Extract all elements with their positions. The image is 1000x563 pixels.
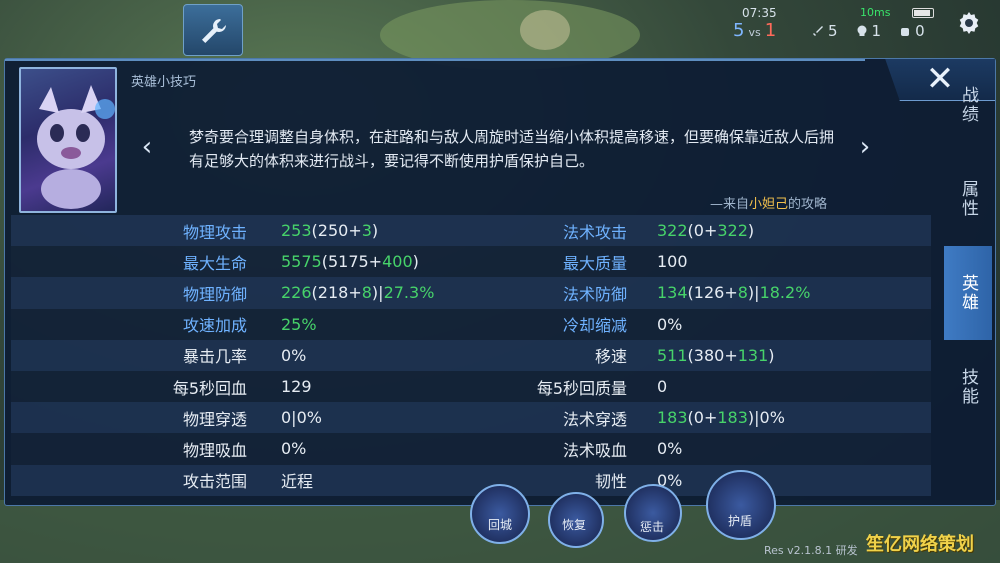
kills-stat: 5 [812,22,838,40]
side-tab-0[interactable]: 战绩 [944,58,992,152]
stat-label: 物理防御 [182,284,247,304]
stat-row: 物理防御 226(218+8)|27.3% 法术防御 134(126+8)|18.2% [11,277,931,309]
side-tab-1[interactable]: 属性 [944,152,992,246]
stat-value: 0 [657,377,668,397]
watermark: 笙亿网络策划 [866,534,974,555]
stat-value: 0% [281,345,307,365]
match-time: 07:35 [742,6,777,20]
stat-label: 法术防御 [562,284,627,304]
stat-value: 511(380+131) [657,345,775,365]
stat-row: 攻速加成 25% 冷却缩减 0% [11,309,931,340]
stat-value: 253(250+3) [281,221,379,241]
stat-label: 最大生命 [182,253,247,273]
gear-icon[interactable] [954,8,984,38]
deaths-stat: 1 [856,22,881,40]
top-hud: 07:35 5 vs 1 5 1 0 10ms [0,0,1000,56]
stat-value: 100 [657,252,688,272]
stat-label: 物理穿透 [182,409,247,429]
stat-label: 冷却缩减 [562,316,627,336]
wrench-icon [202,19,226,43]
hero-info-panel: ✕ 英雄小技巧 ‹ 梦奇要合理调整自身体积，在赶路和与敌人周旋时适当缩小体积提高… [4,58,996,506]
stat-value: 0% [657,314,683,334]
stat-label: 物理吸血 [182,440,247,460]
side-tab-3[interactable]: 技能 [944,340,992,434]
stat-row: 暴击几率 0% 移速 511(380+131) [11,339,931,371]
tip-author[interactable]: 小妲己 [749,197,788,212]
punish-label: 惩击 [640,520,665,534]
stat-row: 物理攻击 253(250+3) 法术攻击 322(0+322) [11,215,931,247]
stat-value: 0% [281,439,307,459]
stat-value: 0|0% [281,408,322,428]
stat-value: 129 [281,377,312,397]
network-latency: 10ms [860,6,891,19]
hero-art [37,85,115,209]
stat-label: 每5秒回血 [172,378,247,398]
stat-label: 法术穿透 [562,409,627,429]
stat-row: 物理穿透 0|0% 法术穿透 183(0+183)|0% [11,402,931,434]
stat-label: 法术攻击 [562,222,627,242]
skull-icon [857,25,867,36]
stat-label: 物理攻击 [182,222,247,242]
hand-icon [901,28,910,36]
stat-label: 暴击几率 [182,347,247,367]
stat-value: 134(126+8)|18.2% [657,283,811,303]
stat-value: 0% [657,439,683,459]
stat-label: 移速 [594,347,627,367]
heal-label: 恢复 [562,518,587,532]
stat-row: 每5秒回血 129 每5秒回质量 0 [11,371,931,402]
stat-value: 近程 [281,472,314,492]
team-score: 5 vs 1 [733,20,776,41]
battery-icon [912,8,934,18]
chevron-right-icon[interactable]: › [853,134,877,160]
stat-row: 物理吸血 0% 法术吸血 0% [11,433,931,464]
stat-label: 每5秒回质量 [536,378,627,398]
stat-label: 法术吸血 [562,440,627,460]
side-tab-2[interactable]: 英雄 [944,246,992,340]
panel-top-border [5,59,865,61]
tips-title: 英雄小技巧 [131,75,197,90]
tip-text: 梦奇要合理调整自身体积，在赶路和与敌人周旋时适当缩小体积提高移速，但要确保靠近敌… [189,128,835,170]
stat-value: 5575(5175+400) [281,252,419,272]
assists-stat: 0 [899,22,925,40]
stat-label: 攻击范围 [182,472,247,492]
hero-portrait [19,67,117,213]
recall-skill-button[interactable] [470,484,530,544]
stat-value: 183(0+183)|0% [657,408,785,428]
stat-value: 322(0+322) [657,221,755,241]
sword-icon [813,26,823,36]
stat-row: 攻击范围 近程 韧性 0% [11,464,931,496]
chevron-left-icon[interactable]: ‹ [135,134,159,160]
stat-label: 攻速加成 [182,316,247,336]
version-text: Res v2.1.8.1 研发 [764,544,858,557]
side-tab-bar: 战绩 属性 英雄 技能 [944,58,992,434]
kda-display: 5 1 0 [812,22,925,40]
tip-source: —来自小妲己的攻略 [709,197,827,212]
stats-table: 物理攻击 253(250+3) 法术攻击 322(0+322) 最大生命 5575(517… [11,215,931,496]
recall-label: 回城 [488,518,513,532]
shield-skill-button[interactable] [706,470,776,540]
red-score: 1 [764,20,777,41]
stat-label: 最大质量 [562,253,627,273]
stat-value: 226(218+8)|27.3% [281,283,435,303]
tool-button[interactable] [183,4,243,56]
stat-value: 25% [281,314,317,334]
stat-row: 最大生命 5575(5175+400) 最大质量 100 [11,246,931,277]
shield-label: 护盾 [728,514,753,528]
vs-label: vs [748,26,761,39]
blue-score: 5 [733,20,745,41]
